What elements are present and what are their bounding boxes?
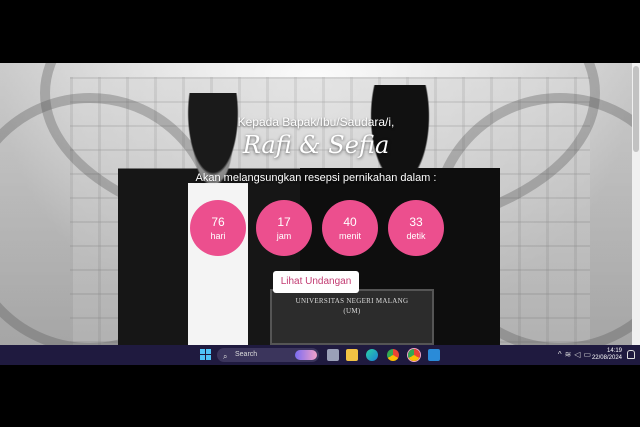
greeting-text: Kepada Bapak/Ibu/Saudara/i, xyxy=(237,115,395,129)
edge-icon[interactable] xyxy=(366,349,378,361)
vscode-icon[interactable] xyxy=(428,349,440,361)
windows-taskbar: ⌕ Search ^≋◁▭ 14:19 22/08/2024 xyxy=(0,345,640,365)
search-icon: ⌕ xyxy=(223,352,228,361)
countdown-hours: 17 jam xyxy=(256,200,312,256)
couple-names: Rafi & Sefia xyxy=(242,131,390,159)
task-view-icon[interactable] xyxy=(327,349,339,361)
countdown-days: 76 hari xyxy=(190,200,246,256)
clock-date: 22/08/2024 xyxy=(591,355,622,361)
windows-start-icon[interactable] xyxy=(200,349,212,361)
search-placeholder: Search xyxy=(235,351,258,358)
countdown-unit: jam xyxy=(276,230,292,241)
countdown-seconds: 33 detik xyxy=(388,200,444,256)
page-scrollbar[interactable] xyxy=(632,63,640,345)
scrollbar-thumb[interactable] xyxy=(633,66,639,152)
countdown-minutes: 40 menit xyxy=(322,200,378,256)
system-tray[interactable]: ^≋◁▭ xyxy=(558,350,594,359)
view-invitation-button[interactable]: Lihat Undangan xyxy=(273,271,359,293)
announcement-text: Akan melangsungkan resepsi pernikahan da… xyxy=(195,172,437,184)
taskbar-clock[interactable]: 14:19 22/08/2024 xyxy=(592,348,622,362)
chevron-up-icon[interactable]: ^ xyxy=(558,350,565,359)
clock-time: 14:19 xyxy=(606,348,622,354)
taskbar-search-box[interactable]: ⌕ Search xyxy=(217,348,319,362)
screen: UNIVERSITAS NEGERI MALANG (UM) Kepada Ba… xyxy=(0,0,640,427)
countdown-value: 33 xyxy=(409,214,423,229)
browser-viewport: UNIVERSITAS NEGERI MALANG (UM) Kepada Ba… xyxy=(0,63,640,345)
countdown-unit: menit xyxy=(338,230,361,241)
countdown-value: 76 xyxy=(211,214,225,229)
search-highlight-icon xyxy=(295,350,317,360)
chrome-profile-icon[interactable] xyxy=(408,349,420,361)
wifi-icon[interactable]: ≋ xyxy=(565,350,575,359)
file-explorer-icon[interactable] xyxy=(346,349,358,361)
invitation-overlay: Kepada Bapak/Ibu/Saudara/i, Rafi & Sefia… xyxy=(0,63,632,345)
chrome-icon[interactable] xyxy=(387,349,399,361)
notification-bell-icon[interactable] xyxy=(627,350,635,359)
countdown-value: 40 xyxy=(343,214,357,229)
countdown-unit: hari xyxy=(210,230,226,241)
countdown-value: 17 xyxy=(277,214,291,229)
countdown-timer: 76 hari 17 jam 40 menit 33 detik xyxy=(190,200,444,256)
countdown-unit: detik xyxy=(406,230,426,241)
